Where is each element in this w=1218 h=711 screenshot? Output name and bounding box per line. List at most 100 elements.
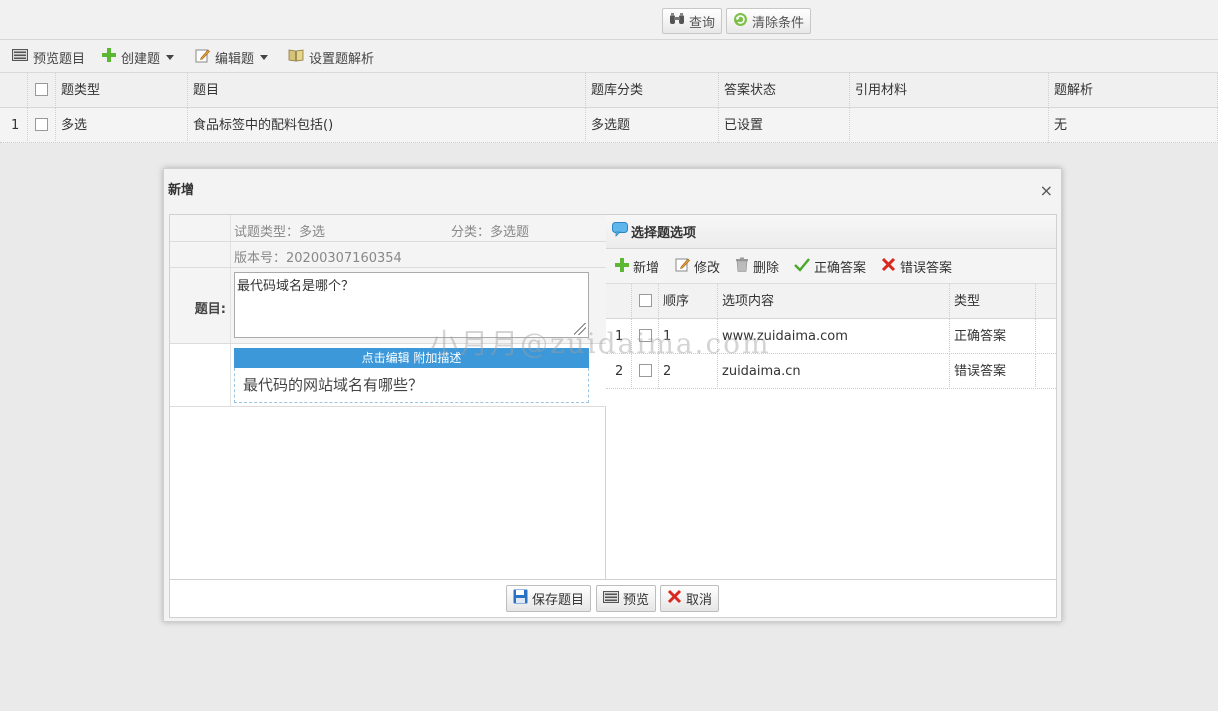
option-checkbox[interactable]	[639, 363, 652, 377]
keyboard-icon	[603, 590, 619, 607]
preview-button[interactable]: 预览	[596, 585, 657, 612]
clear-conditions-button[interactable]: 清除条件	[726, 8, 812, 34]
add-option-button[interactable]: 新增	[615, 257, 659, 276]
row-checkbox-cell[interactable]	[28, 108, 56, 143]
option-order: 2	[659, 354, 718, 389]
preview-question-label: 预览题目	[33, 51, 86, 67]
grid-header-type[interactable]: 题类型	[56, 73, 188, 108]
question-form: 试题类型：多选 分类：多选题 版本号：20200307160354 题目: 最代…	[170, 215, 606, 579]
option-type: 正确答案	[950, 319, 1036, 354]
option-content: www.zuidaima.com	[718, 319, 950, 354]
add-option-label: 新增	[633, 261, 660, 276]
select-all-checkbox[interactable]	[35, 82, 48, 96]
option-content: zuidaima.cn	[718, 354, 950, 389]
modify-option-button[interactable]: 修改	[675, 257, 720, 276]
set-correct-answer-label: 正确答案	[814, 261, 867, 276]
grid-header-analysis[interactable]: 题解析	[1049, 73, 1218, 108]
options-toolbar: 新增 修改 删除 正确答案 错误答案	[606, 249, 1056, 284]
add-icon	[615, 257, 629, 276]
cancel-label: 取消	[686, 593, 713, 608]
resize-grip-icon[interactable]	[574, 323, 586, 335]
close-icon[interactable]: ×	[1040, 183, 1053, 199]
option-checkbox[interactable]	[639, 328, 652, 342]
question-label: 题目:	[194, 302, 226, 317]
binoculars-icon	[669, 12, 685, 30]
option-row-index: 2	[606, 354, 632, 389]
question-value: 最代码域名是哪个？	[237, 279, 355, 294]
grid-toolbar: 预览题目 创建题 编辑题 设置题解析	[0, 40, 1218, 73]
save-question-label: 保存题目	[532, 593, 585, 608]
cancel-button[interactable]: 取消	[660, 585, 720, 612]
delete-option-label: 删除	[753, 261, 780, 276]
grid-header-material[interactable]: 引用材料	[850, 73, 1049, 108]
create-question-label: 创建题	[121, 51, 161, 67]
options-panel: 选择题选项 新增 修改 删除 正确答案 错误答案 顺序 选项内容 类型 1 1 …	[606, 215, 1056, 579]
table-row[interactable]: 1 多选 食品标签中的配料包括() 多选题 已设置 无	[0, 108, 1218, 143]
option-type: 错误答案	[950, 354, 1036, 389]
category-text: 分类：多选题	[451, 225, 530, 240]
set-wrong-answer-button[interactable]: 错误答案	[881, 257, 952, 276]
question-row: 题目: 最代码域名是哪个？	[170, 268, 606, 344]
book-icon	[288, 49, 304, 66]
row-index: 1	[0, 108, 28, 143]
grid-header-row: 题类型 题目 题库分类 答案状态 引用材料 题解析	[0, 73, 1218, 108]
add-question-dialog: 新增 × 试题类型：多选 分类：多选题 版本号：20200307160354 题…	[163, 168, 1062, 622]
set-analysis-button[interactable]: 设置题解析	[288, 46, 374, 68]
save-question-button[interactable]: 保存题目	[506, 585, 592, 612]
query-button[interactable]: 查询	[662, 8, 723, 34]
dialog-body: 试题类型：多选 分类：多选题 版本号：20200307160354 题目: 最代…	[169, 214, 1057, 580]
grid-header-category[interactable]: 题库分类	[586, 73, 719, 108]
trash-icon	[735, 257, 749, 276]
version-row: 版本号：20200307160354	[170, 242, 606, 268]
modify-option-label: 修改	[694, 261, 721, 276]
chevron-down-icon	[260, 54, 269, 60]
preview-question-button[interactable]: 预览题目	[12, 46, 85, 68]
option-order: 1	[659, 319, 718, 354]
search-bar: 查询 清除条件	[0, 0, 1218, 40]
row-title: 食品标签中的配料包括()	[188, 108, 586, 143]
options-select-all-cell[interactable]	[632, 284, 659, 319]
grid-header-answer-status[interactable]: 答案状态	[719, 73, 850, 108]
grid-header-index	[0, 73, 28, 108]
options-panel-header: 选择题选项	[606, 215, 1056, 249]
row-material	[850, 108, 1049, 143]
options-header-type[interactable]: 类型	[950, 284, 1036, 319]
options-header-row: 顺序 选项内容 类型	[606, 284, 1056, 319]
type-row: 试题类型：多选 分类：多选题	[170, 215, 606, 242]
check-icon	[794, 257, 810, 276]
edit-question-label: 编辑题	[215, 51, 255, 67]
options-panel-title: 选择题选项	[631, 226, 697, 241]
query-label: 查询	[689, 15, 716, 31]
chevron-down-icon	[166, 54, 175, 60]
create-question-menu[interactable]: 创建题	[102, 46, 175, 68]
set-analysis-label: 设置题解析	[309, 51, 375, 67]
row-answer-status: 已设置	[719, 108, 850, 143]
question-type-text: 试题类型：多选	[234, 225, 326, 240]
edit-description-button[interactable]: 点击编辑 附加描述	[234, 348, 589, 368]
row-analysis: 无	[1049, 108, 1218, 143]
dialog-title: 新增	[168, 183, 195, 198]
list-item[interactable]: 2 2 zuidaima.cn 错误答案	[606, 354, 1056, 389]
speech-bubble-icon	[612, 222, 628, 241]
add-icon	[102, 48, 116, 66]
cross-icon	[667, 589, 682, 608]
option-checkbox-cell[interactable]	[632, 354, 659, 389]
preview-label: 预览	[623, 593, 650, 608]
edit-question-menu[interactable]: 编辑题	[195, 46, 269, 68]
delete-option-button[interactable]: 删除	[735, 257, 779, 276]
version-text: 版本号：20200307160354	[234, 251, 402, 266]
option-checkbox-cell[interactable]	[632, 319, 659, 354]
set-correct-answer-button[interactable]: 正确答案	[794, 257, 866, 276]
row-type: 多选	[56, 108, 188, 143]
edit-icon	[195, 48, 210, 67]
row-category: 多选题	[586, 108, 719, 143]
options-header-content[interactable]: 选项内容	[718, 284, 950, 319]
option-row-index: 1	[606, 319, 632, 354]
grid-header-checkbox[interactable]	[28, 73, 56, 108]
question-textarea[interactable]: 最代码域名是哪个？	[234, 272, 589, 338]
grid-header-title[interactable]: 题目	[188, 73, 586, 108]
options-header-order[interactable]: 顺序	[659, 284, 718, 319]
row-checkbox[interactable]	[35, 117, 48, 131]
list-item[interactable]: 1 1 www.zuidaima.com 正确答案	[606, 319, 1056, 354]
options-select-all-checkbox[interactable]	[639, 293, 652, 307]
